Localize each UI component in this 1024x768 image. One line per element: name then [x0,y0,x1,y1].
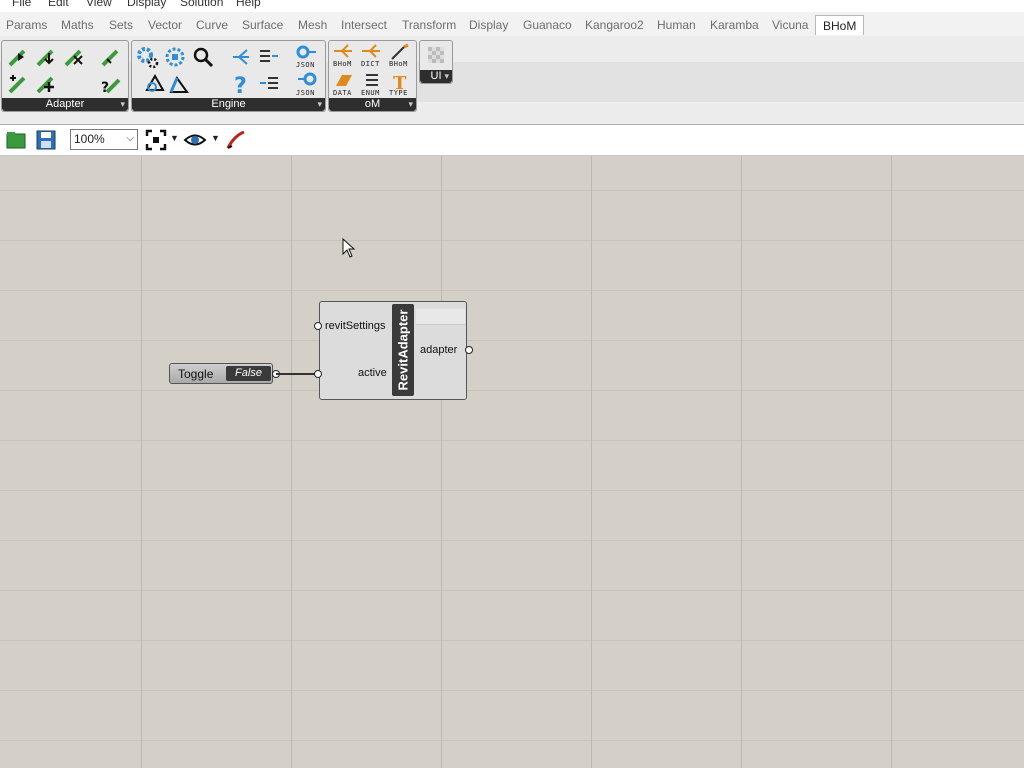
data-caption: DATA [333,89,352,97]
zoom-extents-icon[interactable] [144,128,168,152]
menu-edit[interactable]: Edit [48,0,69,9]
component-title: RevitAdapter [392,304,414,396]
pull-icon[interactable] [34,45,58,69]
menu-view[interactable]: View [86,0,112,9]
toggle-body[interactable]: Toggle False [169,363,273,384]
tab-karamba[interactable]: Karamba [710,18,759,32]
tab-kangaroo2[interactable]: Kangaroo2 [585,18,644,32]
svg-text:T: T [393,73,407,90]
data-icon[interactable] [332,72,356,90]
tab-transform[interactable]: Transform [402,18,456,32]
input-revitsettings-grip[interactable] [314,322,322,330]
to-json-caption: JSON [296,61,315,69]
panel-ui: UI ▾ [419,40,453,84]
tab-maths[interactable]: Maths [61,18,94,32]
save-file-icon[interactable] [34,128,58,152]
menu-bar: File Edit View Display Solution Help [0,0,1024,12]
vector-icon[interactable] [167,72,191,96]
panel-om: BHoM DICT BHoM DATA ENUM T TYPE oM ▾ [328,40,417,112]
tab-guanaco[interactable]: Guanaco [523,18,572,32]
open-file-icon[interactable] [4,128,28,152]
dict-caption: DICT [361,60,380,68]
tab-curve[interactable]: Curve [196,18,228,32]
tab-vector[interactable]: Vector [148,18,182,32]
tab-surface[interactable]: Surface [242,18,283,32]
output-strip [416,309,465,325]
query-icon[interactable]: ? [99,72,123,96]
type-caption: TYPE [389,89,408,97]
compute-icon[interactable] [163,45,187,69]
boolean-toggle[interactable]: Toggle False [169,363,273,384]
tab-sets[interactable]: Sets [109,18,133,32]
wire-toggle-to-active[interactable] [276,373,318,375]
zoom-value: 100% [74,132,105,146]
tab-mesh[interactable]: Mesh [298,18,327,32]
preview-dropdown-arrow-icon[interactable]: ▼ [211,133,220,143]
input-revitsettings-label: revitSettings [325,320,386,332]
from-json-caption: JSON [296,89,315,97]
tab-display[interactable]: Display [469,18,508,32]
input-active-label: active [358,367,387,379]
component-name: RevitAdapter [395,309,411,391]
svg-text:?: ? [101,80,109,96]
dict-icon[interactable] [360,43,384,61]
menu-solution[interactable]: Solution [180,0,223,9]
output-adapter-grip[interactable] [465,346,473,354]
zoom-select[interactable]: 100% ⌵ [70,129,138,150]
settings-icon[interactable] [135,45,159,69]
enum-caption: ENUM [361,89,380,97]
bhom-icon[interactable] [332,43,356,61]
enum-icon[interactable] [360,72,384,90]
menu-display[interactable]: Display [127,0,166,9]
panel-engine-label[interactable]: Engine ▾ [132,98,325,111]
panel-adapter-label[interactable]: Adapter ▾ [2,98,128,111]
panel-om-label[interactable]: oM ▾ [329,98,416,111]
create-adapter-icon[interactable] [34,72,58,96]
zoom-dropdown-arrow-icon[interactable]: ▼ [170,133,179,143]
remove-icon[interactable] [62,45,86,69]
toggle-label: Toggle [178,367,214,381]
mouse-cursor-icon [342,237,356,261]
bhom-wand-icon[interactable] [388,43,412,61]
revit-adapter-component[interactable]: revitSettings active RevitAdapter adapte… [319,301,467,400]
canvas-toolbar: 100% ⌵ ▼ ▼ [0,125,1024,156]
type-icon[interactable]: T [388,72,412,90]
grasshopper-canvas[interactable]: Toggle False revitSettings active RevitA… [0,156,1024,768]
svg-text:?: ? [234,74,247,96]
geometry-icon[interactable] [143,72,167,96]
bhom-caption: BHoM [333,60,352,68]
toggle-value[interactable]: False [226,366,271,381]
ribbon: ? Adapter ▾ JSON ? JSON Engine ▾ BHoM DI… [0,36,1024,125]
list-icon[interactable] [257,45,281,69]
output-adapter-label: adapter [420,344,458,356]
tab-intersect[interactable]: Intersect [341,18,387,32]
list-2-icon[interactable] [257,72,281,96]
bhom-wand-caption: BHoM [389,60,408,68]
tab-params[interactable]: Params [6,18,47,32]
preview-eye-icon[interactable] [183,128,207,152]
panel-engine: JSON ? JSON Engine ▾ [131,40,326,112]
tab-bhom[interactable]: BHoM [815,15,865,35]
panel-adapter: ? Adapter ▾ [1,40,129,112]
help-icon[interactable]: ? [229,72,253,96]
chevron-down-icon: ⌵ [126,133,134,144]
tab-human[interactable]: Human [657,18,696,32]
component-tab-bar: Params Maths Sets Vector Curve Surface M… [0,12,1024,37]
push-icon[interactable] [6,45,30,69]
explode-icon[interactable] [229,45,253,69]
tab-vicuna[interactable]: Vicuna [772,18,808,32]
sketch-brush-icon[interactable] [224,128,248,152]
menu-help[interactable]: Help [236,0,261,9]
search-icon[interactable] [191,45,215,69]
move-icon[interactable] [6,72,30,96]
ui-checker-icon[interactable] [424,43,448,67]
execute-icon[interactable] [99,45,123,69]
panel-ui-label[interactable]: UI ▾ [420,70,452,83]
input-active-grip[interactable] [314,370,322,378]
menu-file[interactable]: File [12,0,31,9]
